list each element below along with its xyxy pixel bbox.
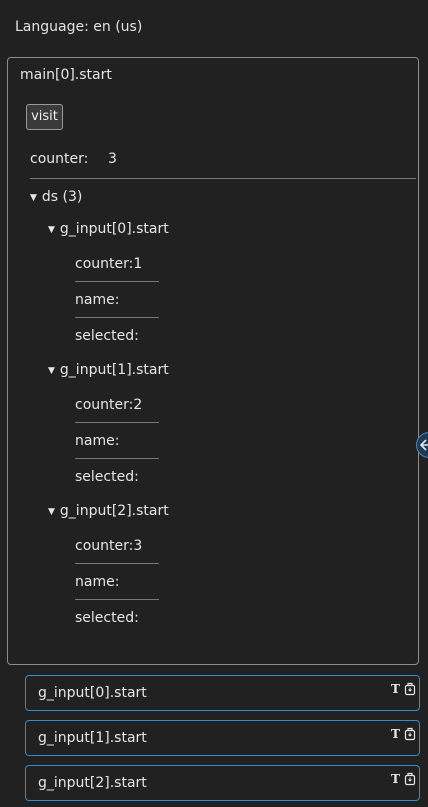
field-row: name: [75,423,159,459]
field-row: selected: [75,600,159,636]
counter-label: counter: [30,151,89,167]
group-fields: counter:3 name: selected: [75,528,159,636]
counter-row: counter: 3 [30,150,117,168]
group-g-input-1: ▼ g_input[1].start counter:2 name: select… [48,361,169,485]
copy-icon[interactable] [404,772,416,790]
caret-down-icon: ▼ [30,193,37,203]
field-row: counter:1 [75,246,159,282]
card-label: g_input[0].start [38,685,147,701]
ds-toggle[interactable]: ▼ ds (3) [30,188,82,208]
field-name: name: [75,292,120,308]
field-row: counter:2 [75,387,159,423]
field-counter: counter:3 [75,538,143,554]
group-title: g_input[1].start [59,362,169,378]
ds-label: ds (3) [41,189,83,205]
text-format-icon[interactable]: T [391,727,400,741]
copy-icon[interactable] [404,727,416,745]
field-selected: selected: [75,610,139,626]
field-counter: counter:2 [75,397,143,413]
divider [30,178,416,179]
card-g-input-1[interactable]: g_input[1].start T [25,720,420,756]
field-row: counter:3 [75,528,159,564]
group-title: g_input[2].start [59,503,169,519]
field-row: selected: [75,459,159,495]
counter-value: 3 [108,151,117,167]
field-name: name: [75,574,120,590]
card-label: g_input[2].start [38,775,147,791]
arrow-left-icon [420,439,428,451]
main-panel: main[0].start visit counter: 3 ▼ ds (3) ▼… [7,57,419,665]
card-g-input-2[interactable]: g_input[2].start T [25,765,420,801]
field-name: name: [75,433,120,449]
group-g-input-2: ▼ g_input[2].start counter:3 name: select… [48,502,169,626]
field-row: selected: [75,318,159,354]
field-selected: selected: [75,469,139,485]
field-row: name: [75,564,159,600]
caret-down-icon: ▼ [48,366,55,376]
group-fields: counter:1 name: selected: [75,246,159,354]
language-label: Language: en (us) [15,19,143,35]
field-selected: selected: [75,328,139,344]
card-label: g_input[1].start [38,730,147,746]
visit-button[interactable]: visit [26,104,63,130]
group-title: g_input[0].start [59,221,169,237]
main-title: main[0].start [20,67,112,83]
group-g-input-0: ▼ g_input[0].start counter:1 name: select… [48,220,169,344]
group-toggle[interactable]: ▼ g_input[1].start [48,361,169,381]
group-toggle[interactable]: ▼ g_input[0].start [48,220,169,240]
copy-icon[interactable] [404,682,416,700]
caret-down-icon: ▼ [48,225,55,235]
field-row: name: [75,282,159,318]
text-format-icon[interactable]: T [391,772,400,786]
card-g-input-0[interactable]: g_input[0].start T [25,675,420,711]
caret-down-icon: ▼ [48,507,55,517]
group-fields: counter:2 name: selected: [75,387,159,495]
text-format-icon[interactable]: T [391,682,400,696]
group-toggle[interactable]: ▼ g_input[2].start [48,502,169,522]
field-counter: counter:1 [75,256,143,272]
